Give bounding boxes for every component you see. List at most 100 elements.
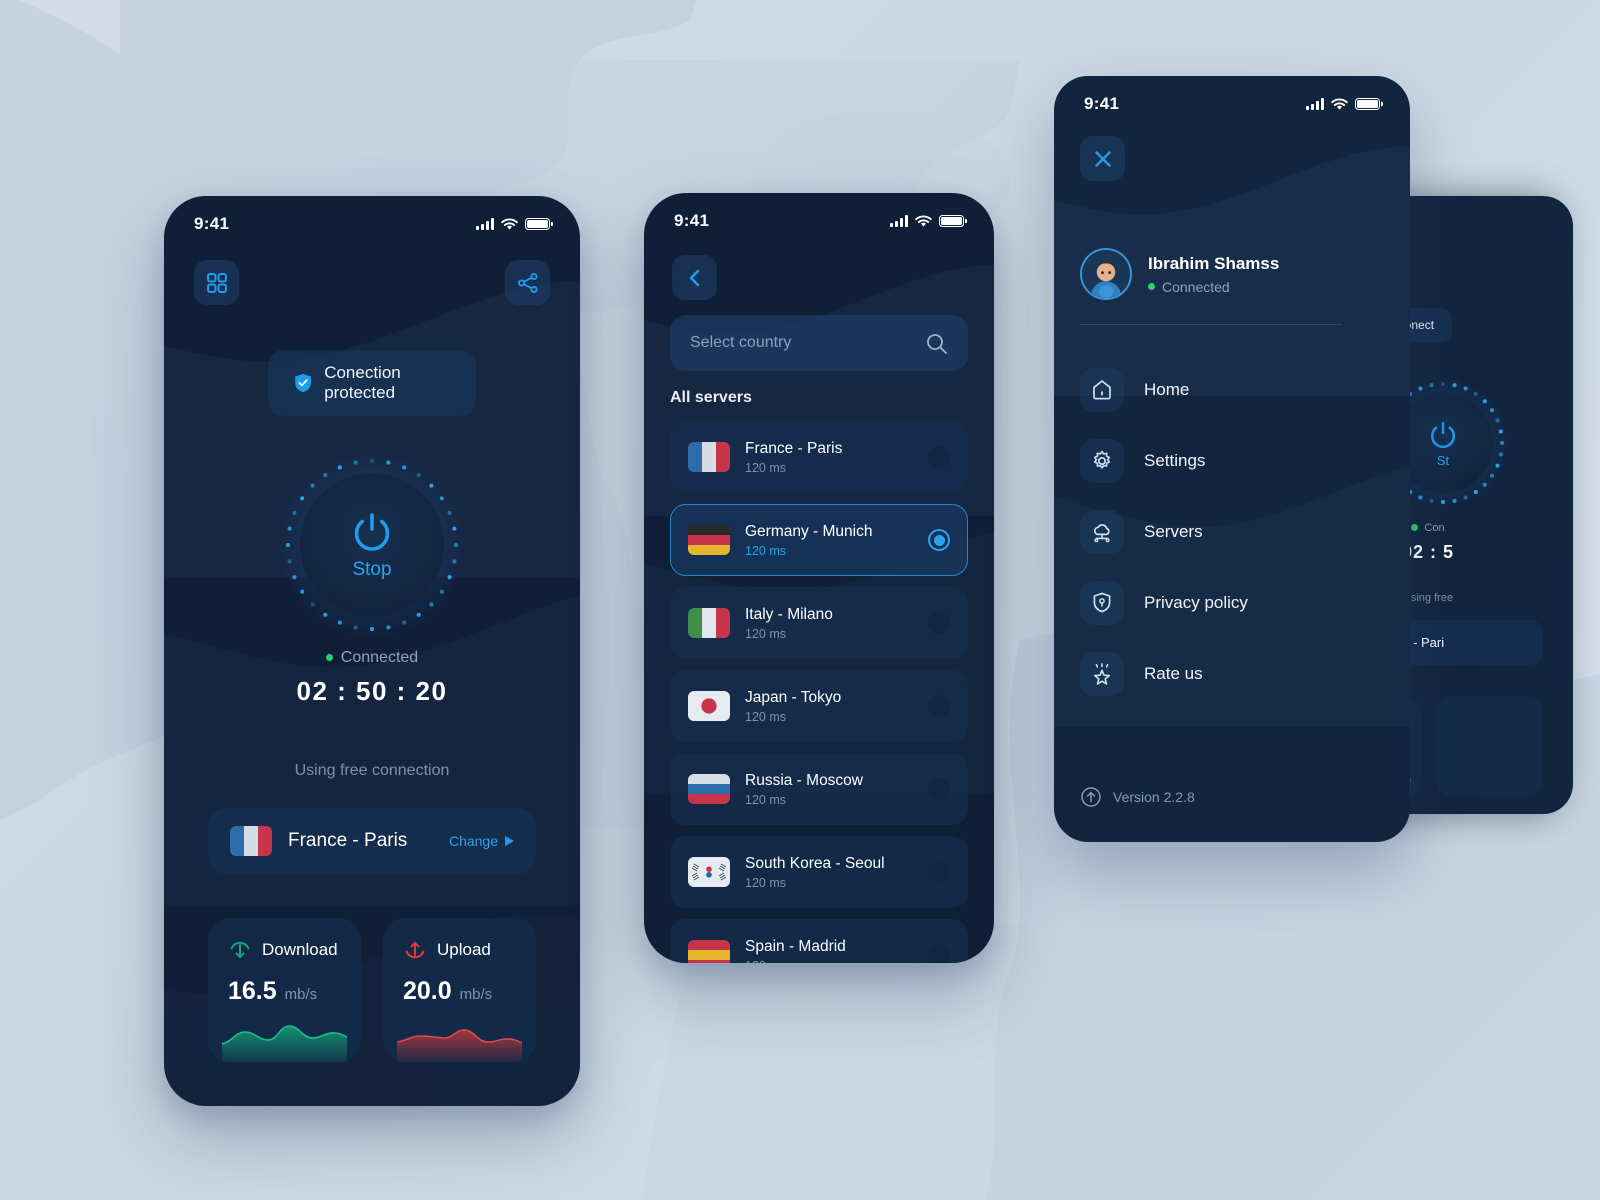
share-icon[interactable] [505, 260, 550, 305]
server-item-radio[interactable] [928, 695, 950, 717]
battery-icon [525, 218, 553, 230]
server-list-item[interactable]: Russia - Moscow 120 ms [670, 753, 968, 825]
ghost-power-label: St [1436, 452, 1450, 468]
server-list-item[interactable]: Spain - Madrid 120 ms [670, 919, 968, 963]
all-servers-title: All servers [670, 389, 752, 406]
phone-home-screen: 9:41 Conection protected Stop Connected … [164, 196, 580, 1106]
search-input[interactable]: Select country [670, 315, 968, 371]
menu-label-home: Home [1144, 379, 1190, 399]
server-item-ping: 120 ms [745, 460, 786, 475]
wifi-icon [915, 214, 932, 227]
battery-icon [939, 215, 967, 227]
user-profile[interactable]: Ibrahim Shamss Connected [1080, 248, 1384, 300]
server-item-radio[interactable] [928, 446, 950, 468]
version-row[interactable]: Version 2.2.8 [1080, 786, 1195, 808]
menu-item-rate-us[interactable]: Rate us [1080, 638, 1384, 709]
ghost-connected-label: Con [1424, 521, 1445, 534]
server-list[interactable]: France - Paris 120 ms Germany - Munich 120 … [670, 421, 968, 963]
grid-icon[interactable] [194, 260, 239, 305]
server-item-texts: Germany - Munich 120 ms [745, 523, 913, 558]
upload-arrow-icon [405, 942, 425, 959]
download-stat-card: Download 16.5 mb/s [208, 918, 361, 1062]
server-item-radio[interactable] [928, 944, 950, 963]
menu-item-home[interactable]: Home [1080, 354, 1384, 425]
signal-bars-icon [476, 218, 494, 230]
close-drawer-button[interactable] [1080, 136, 1125, 181]
menu-item-settings[interactable]: Settings [1080, 425, 1384, 496]
cloud-server-icon [1080, 509, 1124, 554]
status-dot [1148, 283, 1155, 290]
server-item-name: France - Paris [745, 439, 843, 457]
status-dot [325, 654, 333, 661]
status-dot [1411, 524, 1419, 531]
power-label: Stop [352, 559, 392, 580]
server-item-ping: 120 ms [745, 709, 786, 724]
server-list-item[interactable]: Japan - Tokyo 120 ms [670, 670, 968, 742]
speed-stats-row: Download 16.5 mb/s Upload 20.0 mb/s [208, 918, 536, 1062]
server-list-item[interactable]: Italy - Milano 120 ms [670, 587, 968, 659]
menu-item-servers[interactable]: Servers [1080, 496, 1384, 567]
power-core[interactable]: Stop [300, 473, 444, 617]
status-time: 9:41 [194, 214, 230, 233]
arrow-up-circle-icon [1081, 787, 1101, 807]
france-flag [688, 442, 730, 472]
upload-sparkline [397, 1016, 522, 1062]
back-button[interactable] [672, 255, 717, 300]
server-list-item[interactable]: South Korea - Seoul 120 ms [670, 836, 968, 908]
spain-flag [688, 940, 730, 963]
server-item-radio[interactable] [928, 612, 950, 634]
current-server-card[interactable]: France - Paris Change [208, 808, 536, 874]
upload-label: Upload [437, 940, 491, 959]
power-button[interactable]: Stop [279, 452, 465, 638]
upload-value: 20.0 [403, 977, 452, 1005]
play-triangle-icon [505, 836, 514, 846]
download-arrow-icon [230, 941, 250, 958]
gear-icon [1080, 438, 1124, 483]
phone-side-menu-screen: 9:41 Ibrahim Shamss Connected Home Setti… [1054, 76, 1410, 842]
server-list-item[interactable]: Germany - Munich 120 ms [670, 504, 968, 576]
current-server-name: France - Paris [288, 830, 408, 851]
drawer-menu: Home Settings Servers Privacy policy Rat… [1080, 354, 1384, 709]
download-value: 16.5 [228, 977, 277, 1005]
server-item-texts: France - Paris 120 ms [745, 440, 913, 475]
server-item-ping: 120 ms [745, 875, 786, 890]
server-item-radio[interactable] [928, 778, 950, 800]
menu-label-rate-us: Rate us [1144, 663, 1203, 683]
download-label: Download [262, 940, 338, 959]
status-bar: 9:41 [1054, 76, 1410, 132]
status-time: 9:41 [674, 211, 710, 230]
status-bar: 9:41 [164, 196, 580, 252]
server-item-radio[interactable] [928, 861, 950, 883]
chevron-left-icon [689, 269, 699, 286]
server-item-name: Italy - Milano [745, 605, 833, 623]
power-icon [354, 513, 390, 551]
menu-label-settings: Settings [1144, 450, 1206, 470]
drawer-divider [1080, 324, 1342, 325]
server-item-name: Spain - Madrid [745, 937, 846, 955]
server-item-texts: Spain - Madrid 120 ms [745, 938, 913, 964]
version-label: Version 2.2.8 [1113, 789, 1195, 805]
status-time: 9:41 [1084, 94, 1120, 113]
russia-flag [688, 774, 730, 804]
download-sparkline [222, 1016, 347, 1062]
server-list-item[interactable]: France - Paris 120 ms [670, 421, 968, 493]
change-server-button[interactable]: Change [449, 833, 514, 849]
menu-item-privacy-policy[interactable]: Privacy policy [1080, 567, 1384, 638]
menu-label-servers: Servers [1144, 521, 1203, 541]
server-item-name: Japan - Tokyo [745, 688, 842, 706]
session-timer: 02 : 50 : 20 [296, 675, 448, 706]
server-item-name: Russia - Moscow [745, 771, 863, 789]
server-item-texts: South Korea - Seoul 120 ms [745, 855, 913, 890]
server-item-texts: Italy - Milano 120 ms [745, 606, 913, 641]
server-item-name: Germany - Munich [745, 522, 873, 540]
change-label: Change [448, 833, 498, 849]
server-item-name: South Korea - Seoul [745, 854, 885, 872]
profile-status: Connected [1162, 278, 1230, 295]
server-item-radio[interactable] [928, 529, 950, 551]
france-flag [230, 826, 272, 856]
south-korea-flag [688, 857, 730, 887]
connected-label: Connected [340, 648, 419, 666]
search-icon[interactable] [925, 332, 948, 355]
server-item-texts: Japan - Tokyo 120 ms [745, 689, 913, 724]
wifi-icon [501, 217, 518, 230]
